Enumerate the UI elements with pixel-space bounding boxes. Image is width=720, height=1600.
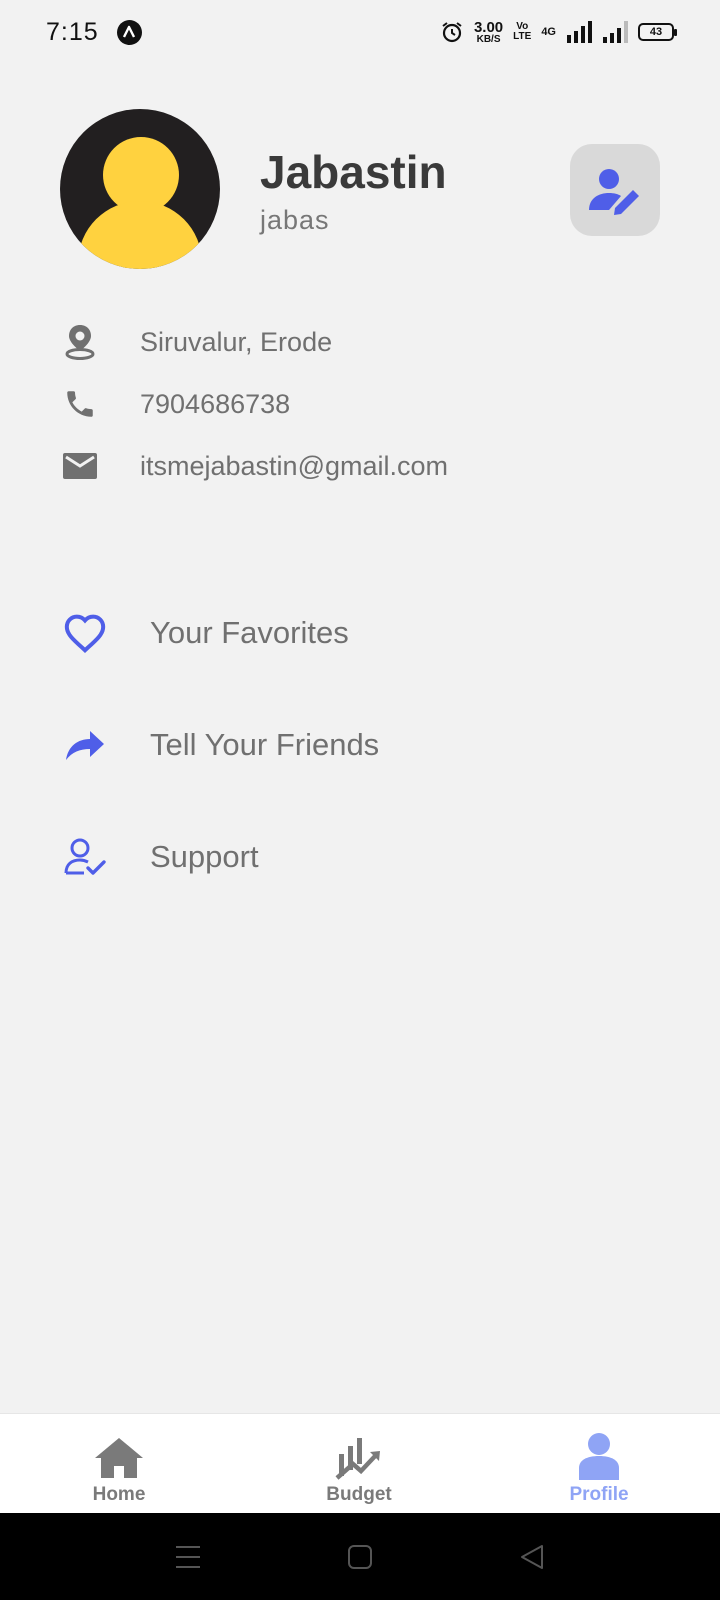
volte-bottom: LTE [513, 31, 532, 42]
back-triangle-icon [521, 1545, 543, 1569]
speed-value: 3.00 [473, 18, 504, 36]
battery-indicator: 43 [638, 23, 677, 41]
profile-icon [577, 1428, 621, 1480]
phone-row: 7904686738 [60, 384, 290, 424]
menu-item-favorites[interactable]: Your Favorites [60, 603, 660, 663]
speed-unit: KB/S [476, 33, 501, 45]
phone-icon [60, 384, 100, 424]
home-button[interactable] [340, 1539, 380, 1575]
heart-icon [60, 608, 110, 658]
location-pin-icon [60, 322, 100, 362]
system-nav-bar [0, 1513, 720, 1600]
back-button[interactable] [512, 1539, 552, 1575]
nav-profile[interactable]: Profile [539, 1428, 659, 1508]
volte-indicator: Vo LTE [513, 22, 531, 42]
nav-home-label: Home [92, 1484, 146, 1505]
nav-budget[interactable]: Budget [299, 1428, 419, 1508]
email-text: itsmejabastin@gmail.com [140, 450, 449, 481]
user-edit-icon [589, 169, 639, 215]
menu-icon [176, 1546, 200, 1568]
home-icon [93, 1428, 145, 1480]
profile-username: jabas [260, 205, 330, 235]
signal-icon-2 [603, 21, 628, 43]
location-text: Siruvalur, Erode [140, 326, 333, 357]
avatar[interactable] [60, 109, 220, 269]
edit-profile-button[interactable] [570, 144, 660, 236]
nav-budget-label: Budget [326, 1484, 392, 1505]
notification-app-icon [116, 19, 142, 45]
profile-name: Jabastin [260, 146, 447, 198]
menu-item-tell-friends[interactable]: Tell Your Friends [60, 715, 660, 775]
status-bar: 7:15 3.00 KB/S Vo LTE 4G 43 [0, 0, 720, 64]
menu-item-label: Tell Your Friends [150, 727, 380, 762]
avatar-body [78, 201, 202, 269]
menu-item-label: Your Favorites [150, 615, 349, 650]
status-left: 7:15 [46, 18, 142, 47]
square-icon [348, 1545, 372, 1569]
alarm-icon [442, 22, 462, 43]
nav-profile-label: Profile [569, 1484, 629, 1505]
status-time: 7:15 [46, 17, 99, 46]
email-icon [60, 446, 100, 486]
menu-item-support[interactable]: Support [60, 827, 660, 887]
chart-icon [335, 1428, 383, 1480]
location-row: Siruvalur, Erode [60, 322, 332, 362]
network-speed: 3.00 KB/S [474, 20, 503, 45]
menu-item-label: Support [150, 839, 259, 874]
nav-home[interactable]: Home [59, 1428, 179, 1508]
bottom-nav: Home Budget Profile [0, 1413, 720, 1513]
phone-text: 7904686738 [140, 388, 291, 419]
share-icon [60, 720, 110, 770]
recent-apps-button[interactable] [168, 1539, 208, 1575]
status-right: 3.00 KB/S Vo LTE 4G 43 [440, 20, 677, 45]
email-row: itsmejabastin@gmail.com [60, 446, 448, 486]
signal-icon [567, 21, 592, 43]
user-check-icon [60, 832, 110, 882]
network-type: 4G [541, 26, 556, 38]
